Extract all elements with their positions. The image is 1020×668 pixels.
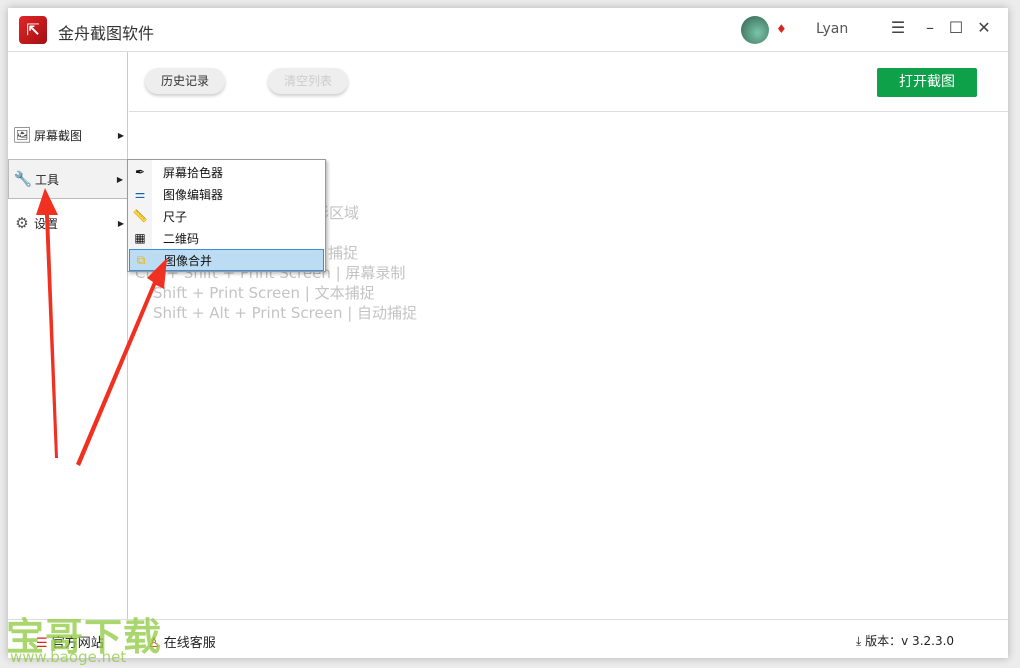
arrow-to-tools	[36, 188, 58, 458]
arrow-to-merge	[76, 258, 167, 466]
watermark-url: www.baoge.net	[10, 648, 127, 666]
annotation-arrows	[36, 188, 167, 466]
